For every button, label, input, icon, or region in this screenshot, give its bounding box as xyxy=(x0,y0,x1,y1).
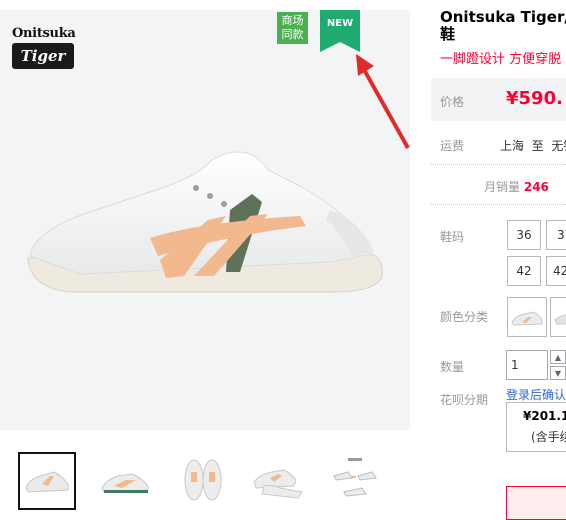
divider xyxy=(431,204,566,205)
shipping-dest[interactable]: 无锡 xyxy=(551,139,566,153)
thumbnail-3[interactable] xyxy=(174,452,232,510)
thumb-shoe-icon xyxy=(25,471,69,493)
thumbnail-5[interactable] xyxy=(326,452,384,510)
size-option[interactable]: 36 xyxy=(507,220,541,250)
quantity-increase-icon[interactable]: ▲ xyxy=(550,350,566,364)
monthly-sales-label: 月销量 xyxy=(484,180,521,194)
quantity-decrease-icon[interactable]: ▼ xyxy=(550,366,566,380)
shipping-from: 上海 xyxy=(500,139,525,153)
size-label: 鞋码 xyxy=(440,230,465,244)
color-swatch-shoe-icon xyxy=(554,314,566,325)
quantity-label: 数量 xyxy=(440,360,465,374)
ribbon-shape xyxy=(320,10,360,52)
shipping-label: 运费 xyxy=(440,139,465,153)
brand-name-box: Tiger xyxy=(12,43,74,69)
installment-label: 花呗分期 xyxy=(440,393,489,407)
brand-name-top: Onitsuka xyxy=(12,26,76,41)
quantity-input[interactable]: 1 xyxy=(506,350,548,380)
monthly-sales: 月销量 246 xyxy=(484,178,549,195)
monthly-sales-count: 246 xyxy=(523,180,549,194)
new-badge-label: NEW xyxy=(326,18,354,29)
installment-option[interactable]: ¥201.18 (含手续 xyxy=(506,402,566,452)
size-option[interactable]: 42.5 xyxy=(546,256,566,286)
size-option[interactable]: 37 xyxy=(546,220,566,250)
color-option[interactable] xyxy=(507,297,547,337)
thumb-detail-icon xyxy=(333,458,377,497)
color-option[interactable] xyxy=(550,297,566,337)
installment-note: (含手续 xyxy=(531,430,566,444)
divider xyxy=(431,164,566,165)
new-badge: NEW xyxy=(320,10,360,52)
color-swatch-shoe-icon xyxy=(511,311,543,326)
buy-now-button[interactable] xyxy=(506,486,566,520)
color-label: 颜色分类 xyxy=(440,310,489,324)
product-title: Onitsuka Tiger/ 鞋 xyxy=(440,9,566,43)
thumbnail-1[interactable] xyxy=(18,452,76,510)
brand-logo: Onitsuka Tiger xyxy=(12,26,82,78)
login-confirm-link[interactable]: 登录后确认 xyxy=(506,386,566,403)
price-value: ¥590. xyxy=(506,88,563,109)
annotation-arrow xyxy=(356,54,410,149)
thumbnail-2[interactable] xyxy=(96,452,154,510)
price-label: 价格 xyxy=(440,95,465,109)
size-option[interactable]: 42 xyxy=(507,256,541,286)
mall-same-badge: 商场 同款 xyxy=(277,12,308,44)
mall-badge-line2: 同款 xyxy=(281,28,304,41)
installment-amount: ¥201.18 xyxy=(523,409,566,423)
thumb-shoe-icon xyxy=(253,469,303,499)
product-title-line1: Onitsuka Tiger/ xyxy=(440,8,566,26)
mall-badge-line1: 商场 xyxy=(281,14,304,27)
product-subtitle: 一脚蹬设计 方便穿脱 xyxy=(440,52,562,67)
shipping-route: 上海 至 无锡 xyxy=(500,137,566,154)
thumb-shoe-icon xyxy=(184,459,222,501)
shipping-to-word: 至 xyxy=(531,139,544,153)
thumb-shoe-icon xyxy=(101,473,149,493)
product-title-line2: 鞋 xyxy=(440,25,456,43)
thumbnail-4[interactable] xyxy=(250,452,308,510)
